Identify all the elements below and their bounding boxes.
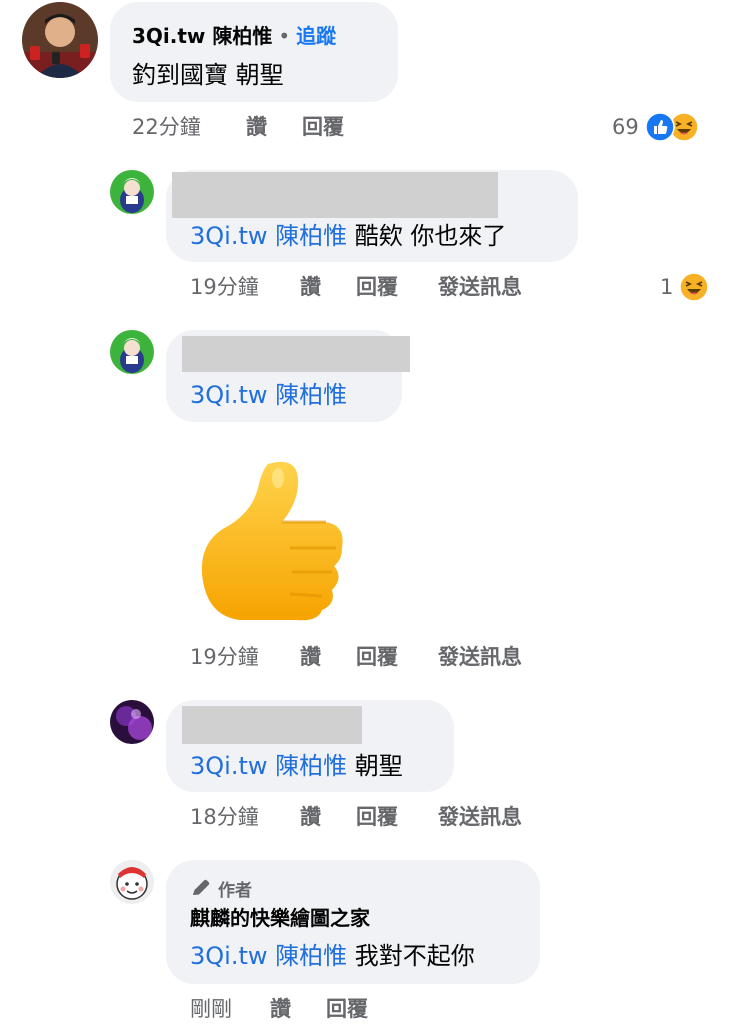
comment-text: 3Qi.tw 陳柏惟 我對不起你 — [190, 941, 475, 971]
reply-button[interactable]: 回覆 — [356, 644, 398, 670]
comment-timestamp[interactable]: 22分鐘 — [132, 114, 201, 140]
mention-link[interactable]: 3Qi.tw 陳柏惟 — [190, 752, 347, 780]
like-button[interactable]: 讚 — [300, 644, 321, 670]
like-button[interactable]: 讚 — [300, 274, 321, 300]
author-badge: 作者 — [190, 878, 252, 903]
thumbs-up-sticker — [196, 456, 352, 622]
send-message-button[interactable]: 發送訊息 — [438, 804, 522, 830]
comment-author-name[interactable]: 麒麟的快樂繪圖之家 — [190, 906, 370, 930]
reply-button[interactable]: 回覆 — [356, 274, 398, 300]
send-message-button[interactable]: 發送訊息 — [438, 644, 522, 670]
comment-meta: 19分鐘 讚 回覆 發送訊息 — [190, 274, 550, 300]
like-button[interactable]: 讚 — [270, 996, 291, 1022]
comment-text: 3Qi.tw 陳柏惟 朝聖 — [190, 751, 403, 781]
avatar[interactable] — [22, 2, 98, 78]
send-message-button[interactable]: 發送訊息 — [438, 274, 522, 300]
avatar[interactable] — [110, 700, 154, 744]
like-button[interactable]: 讚 — [300, 804, 321, 830]
comment-timestamp[interactable]: 剛剛 — [190, 996, 232, 1022]
avatar[interactable] — [110, 860, 154, 904]
reaction-count: 1 — [660, 275, 674, 299]
comment-text: 釣到國寶 朝聖 — [132, 61, 284, 89]
comment-timestamp[interactable]: 19分鐘 — [190, 644, 259, 670]
like-reaction-icon — [644, 112, 675, 142]
comment-meta: 剛剛 讚 回覆 — [190, 996, 450, 1022]
haha-reaction-icon — [679, 272, 710, 302]
like-button[interactable]: 讚 — [246, 114, 267, 140]
comment-timestamp[interactable]: 19分鐘 — [190, 274, 259, 300]
reply-button[interactable]: 回覆 — [356, 804, 398, 830]
comment-meta: 19分鐘 讚 回覆 發送訊息 — [190, 644, 550, 670]
comment-text: 3Qi.tw 陳柏惟 — [190, 380, 347, 410]
follow-button[interactable]: 追蹤 — [296, 24, 336, 48]
comment-body: 朝聖 — [354, 752, 403, 780]
reaction-summary[interactable]: 1 — [660, 272, 710, 302]
comment-body: 酷欸 你也來了 — [354, 222, 507, 250]
redacted-author-name — [182, 336, 410, 372]
comment-meta: 22分鐘 讚 回覆 — [132, 114, 392, 140]
redacted-author-name — [182, 706, 362, 744]
reaction-count: 69 — [612, 115, 639, 139]
avatar[interactable] — [110, 170, 154, 214]
mention-link[interactable]: 3Qi.tw 陳柏惟 — [190, 942, 347, 970]
mention-link[interactable]: 3Qi.tw 陳柏惟 — [190, 381, 347, 409]
comment-text: 3Qi.tw 陳柏惟 酷欸 你也來了 — [190, 221, 506, 251]
pencil-icon — [190, 878, 212, 903]
reply-button[interactable]: 回覆 — [302, 114, 344, 140]
comment-body: 我對不起你 — [354, 942, 475, 970]
comment-author-line: 3Qi.tw 陳柏惟 • 追蹤 — [132, 24, 336, 48]
avatar[interactable] — [110, 330, 154, 374]
mention-link[interactable]: 3Qi.tw 陳柏惟 — [190, 222, 347, 250]
reply-button[interactable]: 回覆 — [326, 996, 368, 1022]
separator-dot: • — [278, 24, 291, 48]
redacted-author-name — [172, 172, 498, 218]
comment-meta: 18分鐘 讚 回覆 發送訊息 — [190, 804, 550, 830]
comment-timestamp[interactable]: 18分鐘 — [190, 804, 259, 830]
author-badge-label: 作者 — [218, 880, 252, 901]
reaction-summary[interactable]: 69 — [612, 112, 699, 142]
comment-author-name[interactable]: 3Qi.tw 陳柏惟 — [132, 24, 272, 48]
